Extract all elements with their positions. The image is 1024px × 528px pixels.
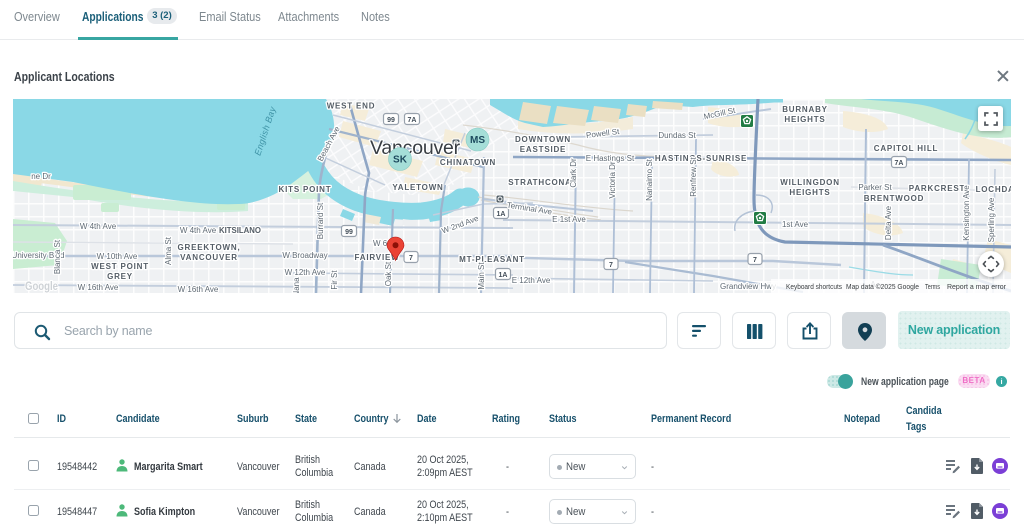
svg-text:Terms: Terms (925, 282, 940, 291)
svg-text:Parker St: Parker St (858, 183, 892, 192)
svg-text:Map data ©2025 Google: Map data ©2025 Google (846, 282, 919, 291)
svg-text:CAPITOL HILL: CAPITOL HILL (874, 144, 938, 153)
svg-text:E 1st Ave: E 1st Ave (552, 215, 586, 224)
svg-text:1A: 1A (497, 211, 506, 218)
svg-text:W 4th Ave: W 4th Ave (80, 222, 117, 231)
svg-text:Renfrew St: Renfrew St (689, 156, 698, 196)
svg-text:STRATHCONA: STRATHCONA (508, 178, 571, 187)
svg-text:1st Ave: 1st Ave (782, 220, 809, 229)
svg-text:DOWNTOWN: DOWNTOWN (515, 135, 571, 144)
svg-text:KITS POINT: KITS POINT (279, 185, 332, 194)
svg-text:KITSILANO: KITSILANO (219, 226, 261, 235)
svg-text:W 10th Ave: W 10th Ave (97, 252, 138, 261)
svg-text:Victoria Dr: Victoria Dr (608, 161, 617, 199)
svg-text:Oak St: Oak St (384, 261, 393, 286)
svg-text:EASTSIDE: EASTSIDE (520, 145, 566, 154)
svg-text:Blanca St: Blanca St (53, 239, 62, 274)
svg-text:WILLINGDON: WILLINGDON (780, 178, 840, 187)
svg-text:Keyboard shortcuts: Keyboard shortcuts (786, 282, 842, 291)
svg-text:Report a map error: Report a map error (947, 282, 1007, 291)
svg-text:PARKCREST: PARKCREST (909, 184, 965, 193)
svg-text:GREEKTOWN,: GREEKTOWN, (178, 243, 241, 252)
svg-text:99: 99 (387, 117, 395, 124)
svg-text:Delta Ave: Delta Ave (884, 205, 893, 240)
svg-text:99: 99 (345, 229, 353, 236)
svg-text:7A: 7A (895, 160, 904, 167)
svg-text:CHINATOWN: CHINATOWN (440, 158, 496, 167)
svg-text:Sperling Ave: Sperling Ave (987, 197, 996, 242)
svg-text:HEIGHTS: HEIGHTS (789, 188, 830, 197)
svg-text:W 16th Ave: W 16th Ave (78, 283, 119, 292)
svg-text:MS: MS (470, 135, 485, 146)
svg-text:VANCOUVER: VANCOUVER (180, 253, 238, 262)
svg-text:HEIGHTS: HEIGHTS (784, 115, 825, 124)
svg-text:WEST POINT: WEST POINT (91, 262, 149, 271)
svg-text:Grandview Hwy: Grandview Hwy (720, 282, 776, 291)
svg-text:7: 7 (409, 255, 413, 262)
svg-text:Dundas St: Dundas St (658, 131, 696, 140)
svg-text:ne Dr: ne Dr (31, 172, 51, 181)
svg-text:7: 7 (753, 257, 757, 264)
svg-text:BURNABY: BURNABY (782, 105, 828, 114)
svg-text:Nanaimo St: Nanaimo St (645, 158, 654, 201)
svg-text:YALETOWN: YALETOWN (392, 183, 443, 192)
svg-text:Alma St: Alma St (164, 236, 173, 265)
svg-text:GREY: GREY (107, 272, 133, 281)
svg-text:LOCHDALE: LOCHDALE (976, 185, 1011, 194)
svg-text:WEST END: WEST END (327, 102, 376, 111)
svg-text:BRENTWOOD: BRENTWOOD (864, 194, 925, 203)
svg-text:E 12th Ave: E 12th Ave (512, 276, 551, 285)
svg-text:Burrard St: Burrard St (316, 202, 325, 239)
svg-text:Main St: Main St (477, 262, 486, 290)
svg-text:HASTINGS-SUNRISE: HASTINGS-SUNRISE (655, 154, 747, 163)
svg-text:Clark Dr: Clark Dr (569, 158, 578, 188)
svg-text:Fir St: Fir St (330, 270, 339, 290)
svg-text:MT-PLEASANT: MT-PLEASANT (459, 255, 525, 264)
svg-text:7: 7 (609, 262, 613, 269)
svg-text:Vancouver: Vancouver (370, 137, 461, 159)
svg-text:7A: 7A (408, 117, 417, 124)
svg-text:Kensington Ave: Kensington Ave (962, 185, 971, 241)
svg-text:SK: SK (393, 155, 408, 166)
svg-text:Google: Google (25, 281, 58, 293)
svg-text:W 16th Ave: W 16th Ave (178, 285, 219, 293)
svg-text:W 4th Ave: W 4th Ave (180, 226, 217, 235)
svg-text:W Broadway: W Broadway (282, 251, 327, 260)
svg-text:1A: 1A (499, 272, 508, 279)
svg-text:Nana: Nana (292, 277, 301, 293)
svg-text:W 12th Ave: W 12th Ave (285, 268, 326, 277)
